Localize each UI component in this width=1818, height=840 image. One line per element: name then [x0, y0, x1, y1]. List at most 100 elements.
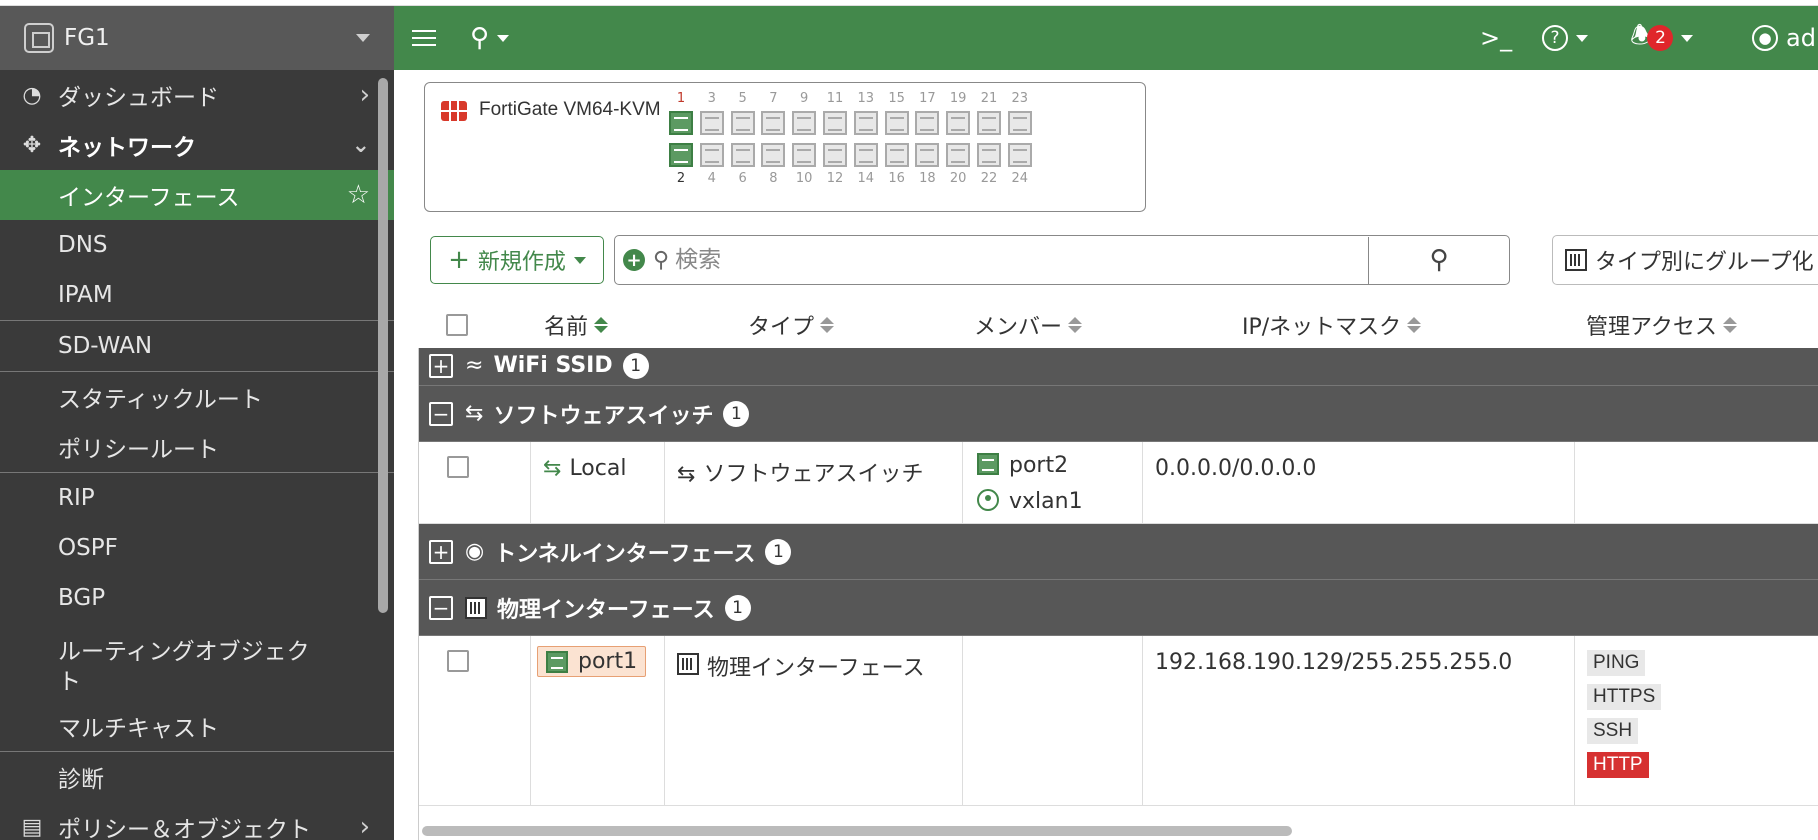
port-15[interactable] — [884, 111, 909, 135]
sidebar-item-routing-objects[interactable]: ルーティングオブジェクト — [0, 623, 394, 701]
group-row-wifi-ssid[interactable]: + ≈ WiFi SSID 1 — [419, 348, 1818, 386]
port-24[interactable] — [1007, 143, 1032, 167]
group-count-badge: 1 — [622, 352, 649, 379]
port-9[interactable] — [792, 111, 817, 135]
search-icon: ⚲ — [1429, 245, 1449, 275]
interface-name[interactable]: Local — [569, 456, 626, 481]
sidebar-item-rip[interactable]: RIP — [0, 473, 394, 523]
expand-icon[interactable]: + — [429, 539, 453, 564]
sidebar-item-dns[interactable]: DNS — [0, 220, 394, 270]
sidebar-item-label: RIP — [58, 485, 95, 511]
port-19[interactable] — [946, 111, 971, 135]
sidebar-item-label: 診断 — [58, 767, 104, 793]
port-number-label: 24 — [1011, 171, 1029, 186]
network-move-icon: ✥ — [22, 132, 42, 158]
type-cell: ⇆ ソフトウェアスイッチ — [665, 442, 963, 523]
port-2[interactable] — [669, 143, 693, 167]
port-22[interactable] — [977, 143, 1001, 167]
collapse-icon[interactable]: − — [429, 595, 453, 620]
search-submit-button[interactable]: ⚲ — [1369, 245, 1509, 275]
cli-console-button[interactable]: >_ — [1480, 6, 1512, 70]
sidebar-item-ipam[interactable]: IPAM — [0, 270, 394, 320]
port-12[interactable] — [823, 143, 847, 167]
sidebar-item-static-routes[interactable]: スタティックルート — [0, 372, 394, 422]
menu-toggle-button[interactable] — [412, 6, 436, 70]
column-header-ip[interactable]: IP/ネットマスク — [1242, 309, 1422, 341]
interface-name-chip[interactable]: port1 — [537, 646, 647, 677]
select-all-checkbox[interactable] — [446, 314, 468, 336]
member-item[interactable]: port2 — [977, 448, 1142, 484]
help-button[interactable]: ? — [1542, 6, 1588, 70]
notifications-button[interactable]: 🕭 2 — [1630, 6, 1694, 70]
group-row-physical-interface[interactable]: − 物理インターフェース 1 — [419, 580, 1818, 636]
create-new-button[interactable]: + 新規作成 — [430, 236, 604, 284]
expand-icon[interactable]: + — [429, 353, 453, 378]
search-field[interactable]: + ⚲ — [615, 236, 1369, 284]
checkbox[interactable] — [447, 650, 469, 672]
port-5[interactable] — [730, 111, 755, 135]
port-23[interactable] — [1007, 111, 1032, 135]
column-header-admin-access[interactable]: 管理アクセス — [1586, 309, 1737, 341]
column-header-type[interactable]: タイプ — [748, 309, 835, 341]
column-label: 名前 — [544, 315, 589, 340]
sidebar-scrollbar[interactable] — [378, 78, 388, 613]
sidebar-item-sdwan[interactable]: SD-WAN — [0, 321, 394, 371]
sidebar-item-network[interactable]: ✥ ネットワーク ⌄ — [0, 120, 394, 170]
port-6[interactable] — [730, 143, 755, 167]
group-row-tunnel-interface[interactable]: + ◉ トンネルインターフェース 1 — [419, 524, 1818, 580]
ip-netmask: 192.168.190.129/255.255.255.0 — [1155, 650, 1513, 675]
member-name: vxlan1 — [1009, 489, 1083, 514]
column-header-name[interactable]: 名前 — [544, 309, 609, 341]
chevron-down-icon: ⌄ — [351, 132, 370, 158]
port-16[interactable] — [884, 143, 909, 167]
sidebar-item-ospf[interactable]: OSPF — [0, 523, 394, 573]
port-17[interactable] — [915, 111, 940, 135]
port-8[interactable] — [761, 143, 786, 167]
device-selector[interactable]: FG1 — [0, 6, 394, 70]
table-row[interactable]: port1 物理インターフェース 192.168.190.129/255.255… — [419, 636, 1818, 806]
port-13[interactable] — [853, 111, 878, 135]
sidebar-item-label: インターフェース — [58, 185, 240, 211]
sidebar-nav: ◔ ダッシュボード › ✥ ネットワーク ⌄ インターフェース ☆ DNS IP… — [0, 70, 394, 840]
sidebar-item-interfaces[interactable]: インターフェース ☆ — [0, 170, 394, 220]
terminal-icon: >_ — [1480, 24, 1513, 52]
sidebar-item-policy-routes[interactable]: ポリシールート — [0, 422, 394, 472]
port-number-label: 15 — [888, 91, 905, 106]
checkbox[interactable] — [447, 456, 469, 478]
sidebar-item-multicast[interactable]: マルチキャスト — [0, 701, 394, 751]
policy-document-icon: ▤ — [21, 814, 43, 840]
port-number-label: 10 — [795, 171, 813, 186]
user-menu-button[interactable]: ● adm — [1752, 6, 1818, 70]
add-filter-icon[interactable]: + — [623, 249, 645, 271]
table-horizontal-scrollbar[interactable] — [422, 826, 1292, 836]
port-7[interactable] — [761, 111, 786, 135]
port-11[interactable] — [823, 111, 847, 135]
port-3[interactable] — [699, 111, 724, 135]
group-row-software-switch[interactable]: − ⇆ ソフトウェアスイッチ 1 — [419, 386, 1818, 442]
members-cell: port2 vxlan1 — [963, 442, 1143, 523]
group-label: 物理インターフェース — [497, 597, 715, 623]
table-row[interactable]: ⇆ Local ⇆ ソフトウェアスイッチ port2 vxlan1 0.0.0.0/… — [419, 442, 1818, 524]
port-10[interactable] — [792, 143, 817, 167]
wifi-icon: ≈ — [465, 353, 484, 378]
port-20[interactable] — [946, 143, 971, 167]
device-faceplate: FortiGate VM64-KVM 1 3 5 7 9 11 13 15 17 19 21 23 2 4… — [424, 82, 1146, 212]
sidebar-item-dashboard[interactable]: ◔ ダッシュボード › — [0, 70, 394, 120]
port-21[interactable] — [977, 111, 1001, 135]
favorite-star-icon[interactable]: ☆ — [347, 180, 370, 210]
port-4[interactable] — [699, 143, 724, 167]
column-header-members[interactable]: メンバー — [974, 309, 1083, 341]
port-18[interactable] — [915, 143, 940, 167]
global-search-button[interactable]: ⚲ — [470, 6, 510, 70]
sidebar-item-bgp[interactable]: BGP — [0, 573, 394, 623]
port-14[interactable] — [853, 143, 878, 167]
port-1[interactable] — [669, 111, 693, 135]
checkbox[interactable] — [446, 314, 468, 336]
main-content: FortiGate VM64-KVM 1 3 5 7 9 11 13 15 17 19 21 23 2 4… — [394, 70, 1818, 840]
sidebar-item-policy-objects[interactable]: ▤ ポリシー＆オブジェクト › — [0, 802, 394, 840]
search-input[interactable] — [675, 247, 1276, 273]
group-by-type-button[interactable]: タイプ別にグループ化 — [1552, 235, 1818, 285]
sidebar-item-diagnostics[interactable]: 診断 — [0, 752, 394, 802]
member-item[interactable]: vxlan1 — [977, 484, 1142, 520]
collapse-icon[interactable]: − — [429, 401, 453, 426]
